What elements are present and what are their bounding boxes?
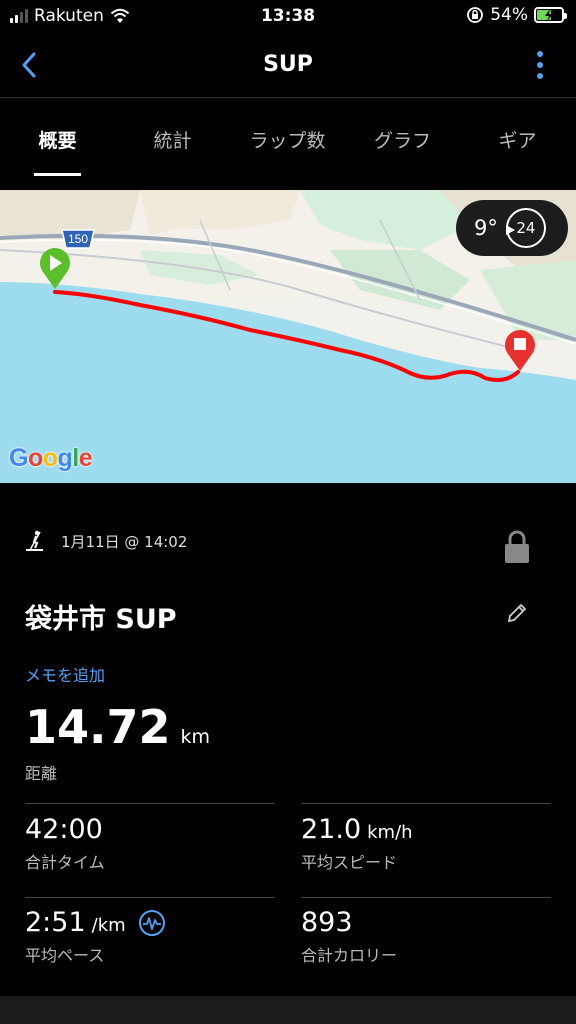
battery-charging-icon [534,7,567,23]
more-vertical-icon[interactable] [536,50,544,80]
avg-speed-unit: km/h [367,822,413,843]
avg-speed-label: 平均スピード [301,853,398,872]
start-marker-icon[interactable] [38,244,72,290]
tab-graph[interactable]: グラフ [345,99,460,179]
avg-pace-value: 2:51 [25,907,86,938]
temperature: 9° [474,216,498,240]
orientation-lock-icon [467,7,484,23]
divider [301,803,551,804]
calories-label: 合計カロリー [301,946,398,965]
stat-total-time: 42:00 合計タイム [25,814,105,873]
paddleboard-icon [26,530,43,551]
add-memo-link[interactable]: メモを追加 [25,662,105,686]
divider [25,803,275,804]
wind-icon: 24 [505,208,546,248]
divider [301,897,551,898]
page-title: SUP [263,52,313,77]
status-bar: Rakuten 13:38 54% [0,0,576,34]
route-map[interactable]: 150 9° 24 Google [0,190,576,483]
lock-icon[interactable] [504,530,530,564]
stat-calories: 893 合計カロリー [301,907,397,966]
distance-value: 14.72 [25,700,171,754]
divider [25,897,275,898]
stat-avg-speed: 21.0 km/h 平均スピード [301,814,413,873]
distance-label: 距離 [25,764,58,783]
tab-laps[interactable]: ラップ数 [230,99,345,179]
heart-rate-icon[interactable] [138,909,166,937]
pencil-icon[interactable] [506,602,528,624]
tab-overview[interactable]: 概要 [0,99,115,179]
avg-pace-label: 平均ペース [25,946,105,965]
battery-percent: 54% [490,5,528,25]
distance-block: 14.72 km [25,700,210,754]
activity-title: 袋井市 SUP [25,604,177,635]
end-marker-icon[interactable] [503,326,537,372]
calories-value: 893 [301,907,353,938]
avg-pace-unit: /km [91,915,126,936]
distance-unit: km [180,726,211,748]
tab-gear[interactable]: ギア [460,99,575,179]
avg-speed-value: 21.0 [301,814,362,845]
weather-badge[interactable]: 9° 24 [456,200,568,256]
nav-bar: SUP [0,34,576,98]
wind-speed: 24 [516,219,536,237]
activity-datetime: 1月11日 @ 14:02 [61,532,188,551]
tab-bar: 概要 統計 ラップ数 グラフ ギア [0,99,576,179]
bottom-bar [0,996,576,1024]
total-time-value: 42:00 [25,814,103,845]
status-right: 54% [466,5,567,25]
tab-stats[interactable]: 統計 [115,99,230,179]
google-logo: Google [9,444,93,472]
activity-meta: 1月11日 @ 14:02 [25,530,187,552]
stat-avg-pace: 2:51 /km 平均ペース [25,907,166,966]
total-time-label: 合計タイム [25,853,105,872]
